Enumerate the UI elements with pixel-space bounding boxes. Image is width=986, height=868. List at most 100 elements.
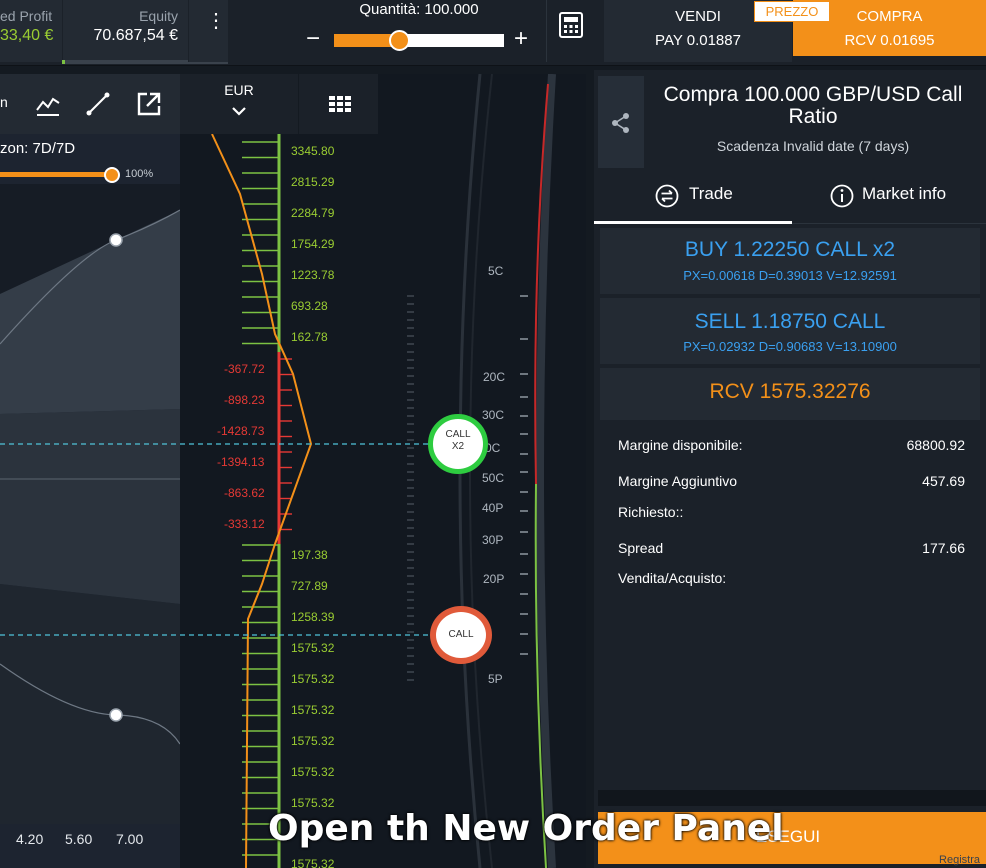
ladder-level-negative: -863.62: [224, 486, 265, 500]
profit-label: ed Profit: [0, 8, 53, 24]
payoff-region-middle: [0, 409, 180, 604]
ladder-plot: [180, 74, 556, 868]
ladder-level-negative: -1428.73: [217, 424, 265, 438]
strike-label: 20C: [483, 370, 506, 384]
ladder-level-negative: -333.12: [224, 517, 265, 531]
ladder-level: 1575.32: [291, 641, 335, 655]
strike-label: 40P: [482, 501, 504, 515]
quantity-decrease-button[interactable]: −: [306, 27, 320, 51]
equity-value: 70.687,54 €: [93, 27, 178, 44]
x-tick-label: 4.20: [16, 831, 44, 847]
chevron-down-icon: [232, 107, 246, 116]
panel-footer-strip: [598, 790, 986, 806]
ladder-level: 1223.78: [291, 268, 335, 282]
more-vertical-icon: ⋮: [206, 10, 226, 32]
strike-label: 5P: [488, 672, 503, 686]
currency-selector[interactable]: EUR: [180, 74, 298, 134]
payoff-point-top: [109, 233, 123, 247]
ladder-level-negative: -367.72: [224, 362, 265, 376]
calculator-icon: [559, 12, 583, 38]
time-horizon-slider[interactable]: [0, 172, 112, 177]
watermark-text: Registra: [939, 854, 980, 866]
tab-trade-label: Trade: [689, 184, 733, 203]
buy-price: RCV 0.01695: [844, 32, 935, 49]
equity-label: Equity: [139, 8, 178, 24]
call-label: CALL: [448, 629, 474, 640]
quantity-slider-handle[interactable]: [388, 30, 410, 51]
unrealized-profit-box: ed Profit 33,40 €: [0, 0, 62, 62]
ladder-level: 1754.29: [291, 237, 335, 251]
chart-line-icon[interactable]: [34, 90, 62, 118]
x-tick-label: 5.60: [65, 831, 93, 847]
tab-trade[interactable]: Trade: [594, 170, 792, 224]
margin-available-value: 68800.92: [906, 437, 965, 453]
price-tag: PREZZO: [754, 1, 830, 22]
ladder-level: 3345.80: [291, 144, 335, 158]
leg-sell-title: SELL 1.18750 CALL: [694, 310, 886, 333]
profit-value: 33,40 €: [0, 27, 54, 44]
top-bar: ed Profit 33,40 € Equity 70.687,54 € ⋮ Q…: [0, 0, 986, 66]
payoff-point-bottom: [109, 708, 123, 722]
ladder-level-negative: -1394.13: [217, 455, 265, 469]
spread-label-2: Vendita/Acquisto:: [618, 570, 727, 586]
call-x2-label: CALL: [445, 429, 471, 440]
strike-label: 50C: [482, 471, 505, 485]
share-button[interactable]: [598, 76, 644, 168]
spread-value: 177.66: [922, 540, 965, 556]
ladder-level: 693.28: [291, 299, 328, 313]
time-horizon-handle[interactable]: [104, 167, 120, 183]
time-horizon-percent: 100%: [125, 168, 154, 180]
more-menu-button[interactable]: ⋮: [188, 0, 228, 62]
order-tabs: Trade Market info: [594, 170, 986, 224]
ladder-level: 1575.32: [291, 672, 335, 686]
ladder-level: 727.89: [291, 579, 328, 593]
ladder-level: 1258.39: [291, 610, 335, 624]
strike-label: 5C: [488, 264, 504, 278]
currency-label: EUR: [224, 82, 254, 98]
info-icon: [830, 184, 854, 208]
calculator-button[interactable]: [546, 0, 596, 62]
quantity-label: Quantità: 100.000: [359, 1, 479, 18]
share-icon: [612, 113, 629, 133]
call-x2-multiplier: X2: [451, 441, 465, 452]
leg-buy-title: BUY 1.22250 CALL x2: [684, 238, 896, 261]
tab-market-info[interactable]: Market info: [792, 170, 986, 224]
quantity-increase-button[interactable]: +: [514, 27, 528, 51]
quantity-control: Quantità: 100.000 − +: [292, 0, 546, 62]
grid-icon: [329, 96, 351, 112]
ladder-level: 1575.32: [291, 765, 335, 779]
margin-additional-label-2: Richiesto::: [618, 504, 684, 520]
margin-additional-value: 457.69: [922, 473, 965, 489]
payoff-region-lower: [0, 584, 180, 824]
swap-icon: [655, 184, 679, 208]
payoff-chart-panel: n zon: 7D/7D 100% 4.20 5.60 7.00: [0, 74, 180, 868]
strike-label: 30P: [482, 533, 504, 547]
ladder-level: 2815.29: [291, 175, 335, 189]
leg-sell[interactable]: SELL 1.18750 CALL PX=0.02932 D=0.90683 V…: [600, 298, 980, 364]
order-title: Compra 100.000 GBP/USD Call Ratio: [663, 83, 963, 128]
grid-view-button[interactable]: [298, 74, 378, 134]
external-link-icon[interactable]: [135, 90, 163, 118]
time-horizon-label: zon: 7D/7D: [0, 140, 76, 157]
ladder-level: 2284.79: [291, 206, 335, 220]
margin-available-label: Margine disponibile:: [618, 437, 743, 453]
strike-label: 30C: [482, 408, 505, 422]
leg-buy-greeks: PX=0.00618 D=0.39013 V=12.92591: [683, 268, 897, 283]
trendline-icon[interactable]: [84, 90, 112, 118]
leg-sell-greeks: PX=0.02932 D=0.90683 V=13.10900: [683, 339, 897, 354]
margin-additional-label: Margine Aggiuntivo: [618, 473, 738, 489]
call-leg-marker[interactable]: CALL: [430, 606, 492, 664]
payoff-plot: [0, 184, 180, 824]
ladder-level-negative: -898.23: [224, 393, 265, 407]
caption-overlay: Open th New Order Panel: [268, 808, 784, 849]
pnl-ladder-panel: EUR 3345.80 2815.29 2284.79 1754.29 1223…: [180, 74, 586, 868]
leg-buy[interactable]: BUY 1.22250 CALL x2 PX=0.00618 D=0.39013…: [600, 228, 980, 294]
order-expiry: Scadenza Invalid date (7 days): [716, 138, 910, 154]
toolbar-cut-label: n: [0, 94, 8, 110]
call-x2-leg-marker[interactable]: CALL X2: [428, 414, 488, 474]
chart-toolbar: n: [0, 74, 180, 134]
ladder-level: 1575.32: [291, 703, 335, 717]
spread-label: Spread: [618, 540, 664, 556]
quantity-slider[interactable]: [334, 30, 504, 51]
strike-label: 20P: [483, 572, 505, 586]
